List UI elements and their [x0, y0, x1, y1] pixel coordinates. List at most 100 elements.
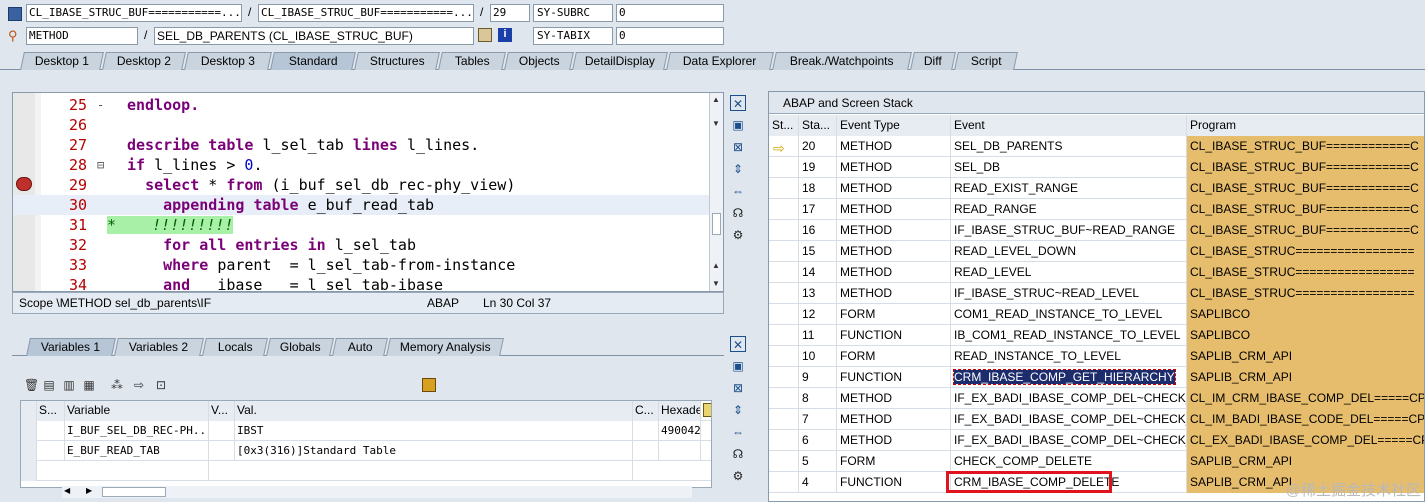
tab-globals[interactable]: Globals [266, 338, 334, 356]
variable-value[interactable]: IBST [235, 421, 633, 441]
stack-row[interactable]: 12 FORM COM1_READ_INSTANCE_TO_LEVEL SAPLIBC… [769, 304, 1424, 325]
headphones-icon[interactable]: ☊ [730, 205, 746, 221]
col-program[interactable]: Program [1187, 115, 1424, 136]
tab-desktop-1[interactable]: Desktop 1 [20, 52, 104, 70]
method-field[interactable]: SEL_DB_PARENTS (CL_IBASE_STRUC_BUF) [154, 27, 474, 45]
stack-row[interactable]: 6 METHOD IF_EX_BADI_IBASE_COMP_DEL~CHECK_.… [769, 430, 1424, 451]
tab-structures[interactable]: Structures [354, 52, 440, 70]
tab-break-watchpoints[interactable]: Break./Watchpoints [772, 52, 912, 70]
sy-tabix-value[interactable]: 0 [616, 27, 724, 45]
col-c[interactable]: C... [633, 401, 659, 421]
class-field-2[interactable]: CL_IBASE_STRUC_BUF===========... [258, 4, 474, 22]
class-field-1[interactable]: CL_IBASE_STRUC_BUF===========... [26, 4, 242, 22]
tab-standard[interactable]: Standard [270, 52, 356, 70]
col-v[interactable]: V... [209, 401, 235, 421]
stack-row[interactable]: 15 METHOD READ_LEVEL_DOWN CL_IBASE_STRUC===… [769, 241, 1424, 262]
variable-name[interactable]: E_BUF_READ_TAB [65, 441, 209, 461]
scroll-up-icon[interactable]: ▲ [712, 95, 720, 104]
scroll-thumb[interactable] [102, 487, 166, 497]
row-selector[interactable] [21, 441, 37, 461]
stack-row[interactable]: 16 METHOD IF_IBASE_STRUC_BUF~READ_RANGE CL_… [769, 220, 1424, 241]
col-status[interactable]: St... [769, 115, 799, 136]
tab-script[interactable]: Script [954, 52, 1018, 70]
stack-row[interactable]: 9 FUNCTION CRM_IBASE_COMP_GET_HIERARCHY SAP… [769, 367, 1424, 388]
stack-row[interactable]: 10 FORM READ_INSTANCE_TO_LEVEL SAPLIB_CRM_A… [769, 346, 1424, 367]
close-icon[interactable]: ✕ [730, 95, 746, 111]
tab-data-explorer[interactable]: Data Explorer [666, 52, 774, 70]
scroll-up-icon[interactable]: ▲ [712, 261, 720, 270]
info-icon[interactable]: i [498, 28, 512, 42]
scroll-thumb[interactable] [712, 213, 721, 235]
table-row[interactable]: E_BUF_READ_TAB [0x3(316)]Standard Table [21, 441, 711, 461]
delete-icon[interactable]: 🗑 [24, 378, 39, 392]
variable-hex[interactable] [659, 441, 701, 461]
vertical-resize-icon[interactable]: ⇕ [730, 161, 746, 177]
scroll-right-icon[interactable]: ▶ [86, 486, 92, 495]
variable-name[interactable]: I_BUF_SEL_DB_REC-PH... [65, 421, 209, 441]
row-selector[interactable] [21, 421, 37, 441]
settings-icon[interactable]: ⚙ [730, 227, 746, 243]
maximize-icon[interactable]: ⊠ [730, 139, 746, 155]
tab-variables-1[interactable]: Variables 1 [26, 338, 116, 356]
tab-memory-analysis[interactable]: Memory Analysis [386, 338, 504, 356]
tab-tables[interactable]: Tables [438, 52, 506, 70]
tree-icon[interactable]: ⁂ [110, 378, 124, 392]
maximize-icon[interactable]: ⊠ [730, 380, 746, 396]
table-row[interactable]: I_BUF_SEL_DB_REC-PH... IBST 490042 [21, 421, 711, 441]
variable-value[interactable]: [0x3(316)]Standard Table [235, 441, 633, 461]
col-hex[interactable]: Hexade [659, 401, 701, 421]
stack-row[interactable]: 13 METHOD IF_IBASE_STRUC~READ_LEVEL CL_IBAS… [769, 283, 1424, 304]
insert-icon[interactable]: ▤ [42, 378, 56, 392]
stack-row[interactable]: 20 METHOD SEL_DB_PARENTS CL_IBASE_STRUC_BUF… [769, 136, 1424, 157]
col-event-type[interactable]: Event Type [837, 115, 951, 136]
tab-objects[interactable]: Objects [504, 52, 574, 70]
horizontal-scrollbar[interactable]: ◀ ▶ [62, 486, 692, 498]
tab-desktop-3[interactable]: Desktop 3 [184, 52, 272, 70]
stack-row[interactable]: 19 METHOD SEL_DB CL_IBASE_STRUC_BUF========… [769, 157, 1424, 178]
variable-hex[interactable]: 490042 [659, 421, 701, 441]
column-layout-icon[interactable] [703, 403, 711, 417]
col-stack-level[interactable]: Sta... [799, 115, 837, 136]
tab-detail-display[interactable]: DetailDisplay [572, 52, 668, 70]
save-icon[interactable] [422, 378, 436, 392]
scroll-left-icon[interactable]: ◀ [64, 486, 70, 495]
headphones-icon[interactable]: ☊ [730, 446, 746, 462]
tab-auto[interactable]: Auto [332, 338, 388, 356]
folder-icon[interactable]: ⊡ [154, 378, 168, 392]
tab-diff[interactable]: Diff [910, 52, 956, 70]
collapse-icon[interactable]: ⊟ [97, 155, 104, 175]
settings-icon[interactable]: ⚙ [730, 468, 746, 484]
stack-row[interactable]: 7 METHOD IF_EX_BADI_IBASE_COMP_DEL~CHECK_.… [769, 409, 1424, 430]
scroll-up-icon[interactable]: ▼ [712, 119, 720, 128]
tab-variables-2[interactable]: Variables 2 [114, 338, 204, 356]
navigate-icon[interactable] [478, 28, 492, 42]
close-icon[interactable]: ✕ [730, 336, 746, 352]
code-scrollbar[interactable]: ▲ ▼ ▲ ▼ [709, 93, 723, 291]
tab-locals[interactable]: Locals [202, 338, 268, 356]
layout-icon[interactable]: ▣ [730, 117, 746, 133]
forward-icon[interactable]: ⇨ [132, 378, 146, 392]
scroll-down-icon[interactable]: ▼ [712, 279, 720, 288]
horizontal-resize-icon[interactable]: ⇔ [730, 183, 746, 199]
remove-icon[interactable]: ▦ [82, 378, 96, 392]
append-icon[interactable]: ▥ [62, 378, 76, 392]
col-event[interactable]: Event [951, 115, 1187, 136]
col-variable[interactable]: Variable [65, 401, 209, 421]
sy-subrc-value[interactable]: 0 [616, 4, 724, 22]
stack-row[interactable]: 17 METHOD READ_RANGE CL_IBASE_STRUC_BUF====… [769, 199, 1424, 220]
col-value[interactable]: Val. [235, 401, 633, 421]
stack-row[interactable]: 14 METHOD READ_LEVEL CL_IBASE_STRUC========… [769, 262, 1424, 283]
type-field[interactable]: METHOD [26, 27, 138, 45]
stack-row[interactable]: 18 METHOD READ_EXIST_RANGE CL_IBASE_STRUC_B… [769, 178, 1424, 199]
stack-row[interactable]: 11 FUNCTION IB_COM1_READ_INSTANCE_TO_LEVEL… [769, 325, 1424, 346]
stack-row[interactable]: 8 METHOD IF_EX_BADI_IBASE_COMP_DEL~CHECK_.… [769, 388, 1424, 409]
source-code-editor[interactable]: 25- endloop. 26 27 describe table l_sel_ta… [12, 92, 724, 292]
row-selector[interactable] [21, 461, 37, 481]
table-row[interactable] [21, 461, 711, 481]
tab-desktop-2[interactable]: Desktop 2 [102, 52, 186, 70]
layout-icon[interactable]: ▣ [730, 358, 746, 374]
line-number-field[interactable]: 29 [490, 4, 530, 22]
stack-row[interactable]: 5 FORM CHECK_COMP_DELETE SAPLIB_CRM_API [769, 451, 1424, 472]
horizontal-resize-icon[interactable]: ⇔ [730, 424, 746, 440]
col-status[interactable]: S... [37, 401, 65, 421]
